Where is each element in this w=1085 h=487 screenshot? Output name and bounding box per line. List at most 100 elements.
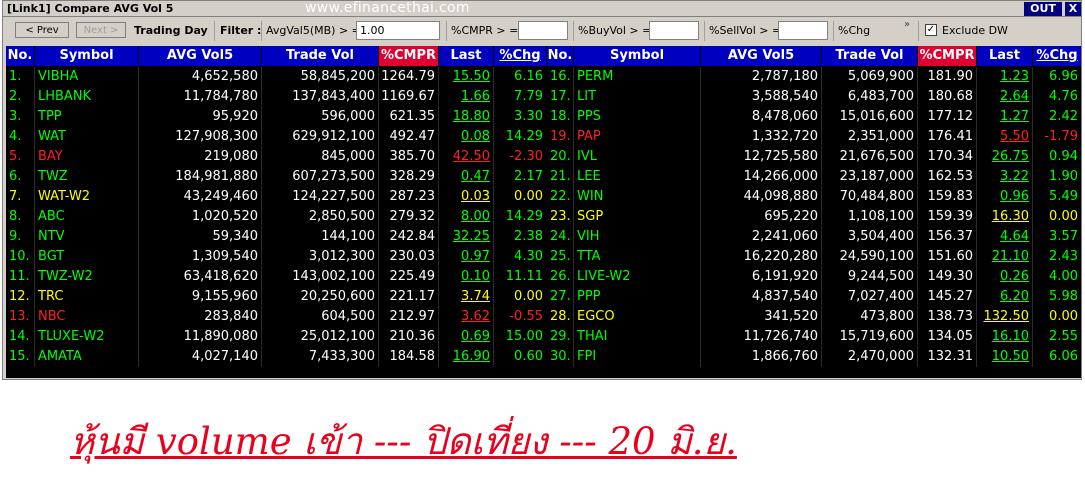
header-trade-vol[interactable]: Trade Vol [822, 46, 917, 66]
table-row[interactable]: 1. VIBHA 4,652,580 58,845,200 1264.79 15.50 6.… [6, 67, 1081, 87]
toolbar-divider [573, 21, 574, 41]
last-cell[interactable]: 26.75 [977, 147, 1032, 167]
header-symbol[interactable]: Symbol [574, 46, 700, 66]
last-cell[interactable]: 16.90 [439, 347, 493, 367]
avg-vol-cell: 2,241,060 [751, 229, 818, 244]
cmpr-cell: 180.68 [927, 89, 974, 104]
sellvol-filter-input[interactable] [778, 21, 828, 40]
symbol-cell: SGP [577, 209, 604, 224]
last-cell[interactable]: 1.27 [977, 107, 1032, 127]
last-cell[interactable]: 0.10 [439, 267, 493, 287]
table-row[interactable]: 13. NBC 283,840 604,500 212.97 3.62 -0.55 28. EG… [6, 307, 1081, 327]
row-number: 19. [550, 129, 571, 144]
cmpr-filter-input[interactable] [518, 21, 568, 40]
avgvol-filter-label: AvgVal5(MB) > = [266, 24, 361, 37]
avgvol-filter-input[interactable]: 1.00 [356, 21, 440, 40]
row-number: 1. [9, 69, 22, 84]
last-cell[interactable]: 18.80 [439, 107, 493, 127]
more-chevron-icon[interactable]: » [904, 19, 910, 30]
last-cell[interactable]: 4.64 [977, 227, 1032, 247]
table-row[interactable]: 4. WAT 127,908,300 629,912,100 492.47 0.08 14.… [6, 127, 1081, 147]
chg-cell: 2.38 [514, 229, 543, 244]
table-row[interactable]: 15. AMATA 4,027,140 7,433,300 184.58 16.90 0.6… [6, 347, 1081, 367]
last-cell[interactable]: 3.22 [977, 167, 1032, 187]
avg-vol-cell: 127,908,300 [175, 129, 258, 144]
last-cell[interactable]: 10.50 [977, 347, 1032, 367]
table-row[interactable]: 3. TPP 95,920 596,000 621.35 18.80 3.30 18. PPS 8… [6, 107, 1081, 127]
last-cell[interactable]: 16.10 [977, 327, 1032, 347]
header-avg-vol[interactable]: AVG Vol5 [701, 46, 821, 66]
header-last[interactable]: Last [977, 46, 1032, 66]
header-no[interactable]: No. [547, 46, 573, 66]
last-cell[interactable]: 15.50 [439, 67, 493, 87]
trading-day-label: Trading Day [134, 24, 208, 37]
next-button[interactable]: Next > [76, 22, 126, 38]
last-cell[interactable]: 0.08 [439, 127, 493, 147]
table-row[interactable]: 14. TLUXE-W2 11,890,080 25,012,100 210.36 0.6… [6, 327, 1081, 347]
last-cell[interactable]: 21.10 [977, 247, 1032, 267]
last-cell[interactable]: 3.74 [439, 287, 493, 307]
chg-cell: 4.00 [1049, 269, 1078, 284]
table-row[interactable]: 6. TWZ 184,981,880 607,273,500 328.29 0.47 2.1… [6, 167, 1081, 187]
table-row[interactable]: 11. TWZ-W2 63,418,620 143,002,100 225.49 0.10… [6, 267, 1081, 287]
column-divider [438, 67, 439, 367]
avg-vol-cell: 6,191,920 [751, 269, 818, 284]
last-cell[interactable]: 6.20 [977, 287, 1032, 307]
last-cell[interactable]: 32.25 [439, 227, 493, 247]
header-avg-vol[interactable]: AVG Vol5 [139, 46, 261, 66]
table-row[interactable]: 5. BAY 219,080 845,000 385.70 42.50 -2.30 20. IV… [6, 147, 1081, 167]
symbol-cell: NBC [38, 309, 66, 324]
header-cmpr[interactable]: %CMPR [379, 46, 438, 66]
last-cell[interactable]: 0.97 [439, 247, 493, 267]
header-last[interactable]: Last [439, 46, 493, 66]
buyvol-filter-input[interactable] [649, 21, 699, 40]
last-cell[interactable]: 0.69 [439, 327, 493, 347]
table-row[interactable]: 9. NTV 59,340 144,100 242.84 32.25 2.38 24. VIH 2… [6, 227, 1081, 247]
row-number: 5. [9, 149, 22, 164]
close-button[interactable]: X [1065, 2, 1081, 16]
table-row[interactable]: 8. ABC 1,020,520 2,850,500 279.32 8.00 14.29 23… [6, 207, 1081, 227]
table-row[interactable]: 7. WAT-W2 43,249,460 124,227,500 287.23 0.03 0… [6, 187, 1081, 207]
last-cell[interactable]: 0.26 [977, 267, 1032, 287]
last-cell[interactable]: 0.03 [439, 187, 493, 207]
exclude-dw-checkbox[interactable]: ✓ [925, 24, 937, 36]
symbol-cell: LIVE-W2 [577, 269, 631, 284]
last-cell[interactable]: 0.96 [977, 187, 1032, 207]
last-cell[interactable]: 16.30 [977, 207, 1032, 227]
row-number: 18. [550, 109, 571, 124]
row-number: 23. [550, 209, 571, 224]
last-cell[interactable]: 42.50 [439, 147, 493, 167]
cmpr-cell: 210.36 [389, 329, 436, 344]
header-cmpr[interactable]: %CMPR [918, 46, 976, 66]
table-row[interactable]: 12. TRC 9,155,960 20,250,600 221.17 3.74 0.00 2… [6, 287, 1081, 307]
last-cell[interactable]: 1.23 [977, 67, 1032, 87]
symbol-cell: TWZ [38, 169, 68, 184]
last-cell[interactable]: 8.00 [439, 207, 493, 227]
table-row[interactable]: 2. LHBANK 11,784,780 137,843,400 1169.67 1.66… [6, 87, 1081, 107]
header-chg[interactable]: %Chg [494, 46, 546, 66]
prev-button[interactable]: < Prev [15, 22, 69, 38]
row-number: 22. [550, 189, 571, 204]
avg-vol-cell: 341,520 [764, 309, 818, 324]
out-button[interactable]: OUT [1024, 2, 1062, 16]
last-cell[interactable]: 132.50 [977, 307, 1032, 327]
symbol-cell: BAY [38, 149, 63, 164]
chg-cell: -2.30 [509, 149, 543, 164]
last-cell[interactable]: 0.47 [439, 167, 493, 187]
chg-cell: 1.90 [1049, 169, 1078, 184]
trade-vol-cell: 124,227,500 [292, 189, 375, 204]
cmpr-filter-label: %CMPR > = [451, 24, 519, 37]
last-cell[interactable]: 5.50 [977, 127, 1032, 147]
cmpr-cell: 181.90 [927, 69, 974, 84]
last-cell[interactable]: 2.64 [977, 87, 1032, 107]
trade-vol-cell: 845,000 [321, 149, 375, 164]
table-row[interactable]: 10. BGT 1,309,540 3,012,300 230.03 0.97 4.30 25… [6, 247, 1081, 267]
last-cell[interactable]: 3.62 [439, 307, 493, 327]
avg-vol-cell: 43,249,460 [183, 189, 258, 204]
last-cell[interactable]: 1.66 [439, 87, 493, 107]
header-no[interactable]: No. [6, 46, 34, 66]
header-chg[interactable]: %Chg [1033, 46, 1081, 66]
symbol-cell: LHBANK [38, 89, 92, 104]
header-symbol[interactable]: Symbol [35, 46, 138, 66]
header-trade-vol[interactable]: Trade Vol [262, 46, 378, 66]
